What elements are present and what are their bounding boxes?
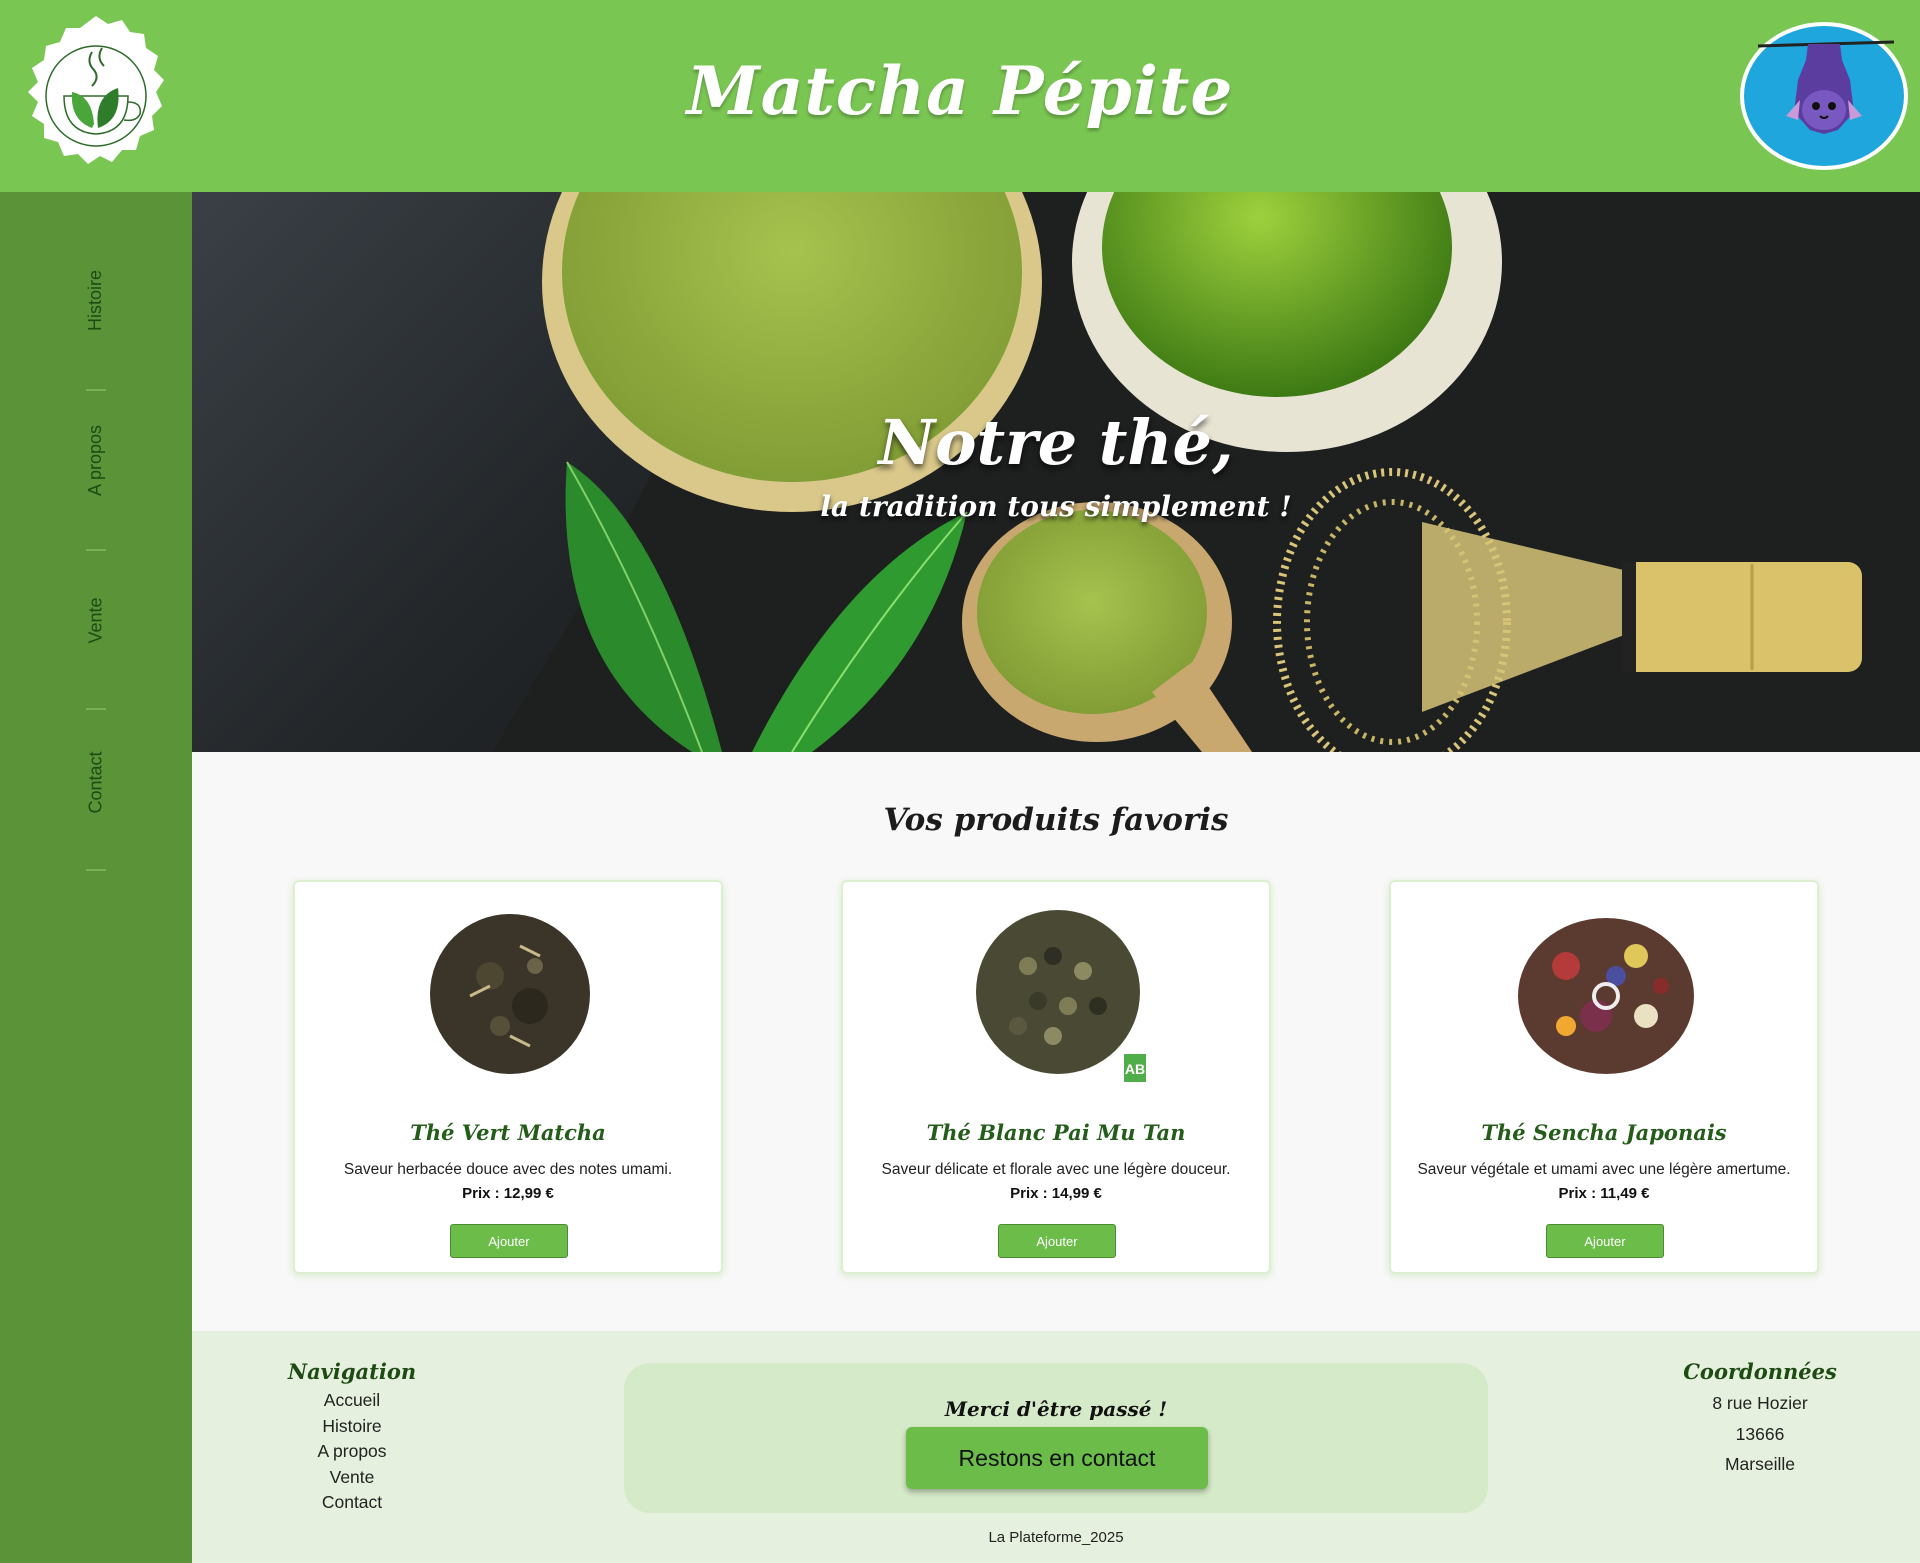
- product-image: [410, 906, 610, 1086]
- product-card: AB Thé Blanc Pai Mu Tan Saveur délicate …: [841, 880, 1271, 1274]
- footer-navigation: Navigation Accueil Histoire A propos Ven…: [272, 1359, 432, 1516]
- hero-title: Notre thé,: [878, 406, 1234, 479]
- footer-contact-title: Coordonnées: [1683, 1359, 1837, 1384]
- footer-link-accueil[interactable]: Accueil: [272, 1388, 432, 1414]
- footer-contact-info: Coordonnées 8 rue Hozier 13666 Marseille: [1660, 1359, 1860, 1480]
- add-to-cart-button[interactable]: Ajouter: [450, 1224, 568, 1258]
- sidebar-item-vente[interactable]: Vente: [0, 560, 192, 680]
- product-price: Prix : 14,99 €: [1010, 1185, 1102, 1202]
- footer-contact-box: Merci d'être passé ! Restons en contact: [624, 1363, 1488, 1513]
- sidebar-item-histoire[interactable]: Histoire: [0, 240, 192, 360]
- footer-link-vente[interactable]: Vente: [272, 1465, 432, 1491]
- product-name: Thé Blanc Pai Mu Tan: [926, 1120, 1186, 1145]
- sidebar-divider: [86, 549, 106, 551]
- product-description: Saveur végétale et umami avec une légère…: [1417, 1161, 1791, 1178]
- footer-address-postal: 13666: [1735, 1423, 1785, 1444]
- footer-address-city: Marseille: [1724, 1454, 1796, 1474]
- products-title: Vos produits favoris: [883, 802, 1229, 838]
- product-image: [1506, 906, 1706, 1086]
- sidebar-item-a-propos[interactable]: A propos: [0, 400, 192, 520]
- sidebar-divider: [86, 708, 106, 710]
- sidebar-item-label: Histoire: [85, 269, 106, 331]
- sidebar-item-label: Vente: [85, 596, 106, 644]
- product-description: Saveur herbacée douce avec des notes uma…: [343, 1161, 673, 1178]
- footer-address-street: 8 rue Hozier: [1712, 1393, 1808, 1413]
- footer-copyright: La Plateforme_2025: [988, 1529, 1124, 1546]
- product-image: AB: [958, 906, 1158, 1086]
- product-name: Thé Sencha Japonais: [1481, 1120, 1727, 1145]
- hero-banner: Notre thé, la tradition tous simplement …: [192, 192, 1920, 752]
- product-price: Prix : 12,99 €: [462, 1185, 554, 1202]
- hero-subtitle: la tradition tous simplement !: [820, 490, 1292, 523]
- product-price: Prix : 11,49 €: [1558, 1185, 1650, 1202]
- site-title[interactable]: Matcha Pépite: [0, 52, 1920, 130]
- svg-text:AB: AB: [1125, 1061, 1145, 1077]
- sidebar-nav: Histoire A propos Vente Contact: [0, 192, 192, 1563]
- footer-link-a-propos[interactable]: A propos: [272, 1439, 432, 1465]
- footer-link-contact[interactable]: Contact: [272, 1490, 432, 1516]
- product-description: Saveur délicate et florale avec une légè…: [881, 1161, 1231, 1178]
- sidebar-item-label: A propos: [85, 424, 106, 496]
- stay-in-touch-button[interactable]: Restons en contact: [906, 1427, 1208, 1489]
- add-to-cart-button[interactable]: Ajouter: [998, 1224, 1116, 1258]
- product-name: Thé Vert Matcha: [410, 1120, 606, 1145]
- sidebar-item-contact[interactable]: Contact: [0, 722, 192, 842]
- add-to-cart-button[interactable]: Ajouter: [1546, 1224, 1664, 1258]
- bat-avatar-icon[interactable]: [1738, 20, 1910, 172]
- footer-nav-title: Navigation: [287, 1359, 417, 1384]
- sidebar-item-label: Contact: [85, 750, 106, 814]
- site-footer: Navigation Accueil Histoire A propos Ven…: [192, 1331, 1920, 1563]
- sidebar-divider: [86, 869, 106, 871]
- footer-thanks: Merci d'être passé !: [944, 1397, 1168, 1421]
- product-card: Thé Vert Matcha Saveur herbacée douce av…: [293, 880, 723, 1274]
- site-header: Matcha Pépite: [0, 0, 1920, 192]
- product-card: Thé Sencha Japonais Saveur végétale et u…: [1389, 880, 1819, 1274]
- sidebar-divider: [86, 389, 106, 391]
- footer-link-histoire[interactable]: Histoire: [272, 1414, 432, 1440]
